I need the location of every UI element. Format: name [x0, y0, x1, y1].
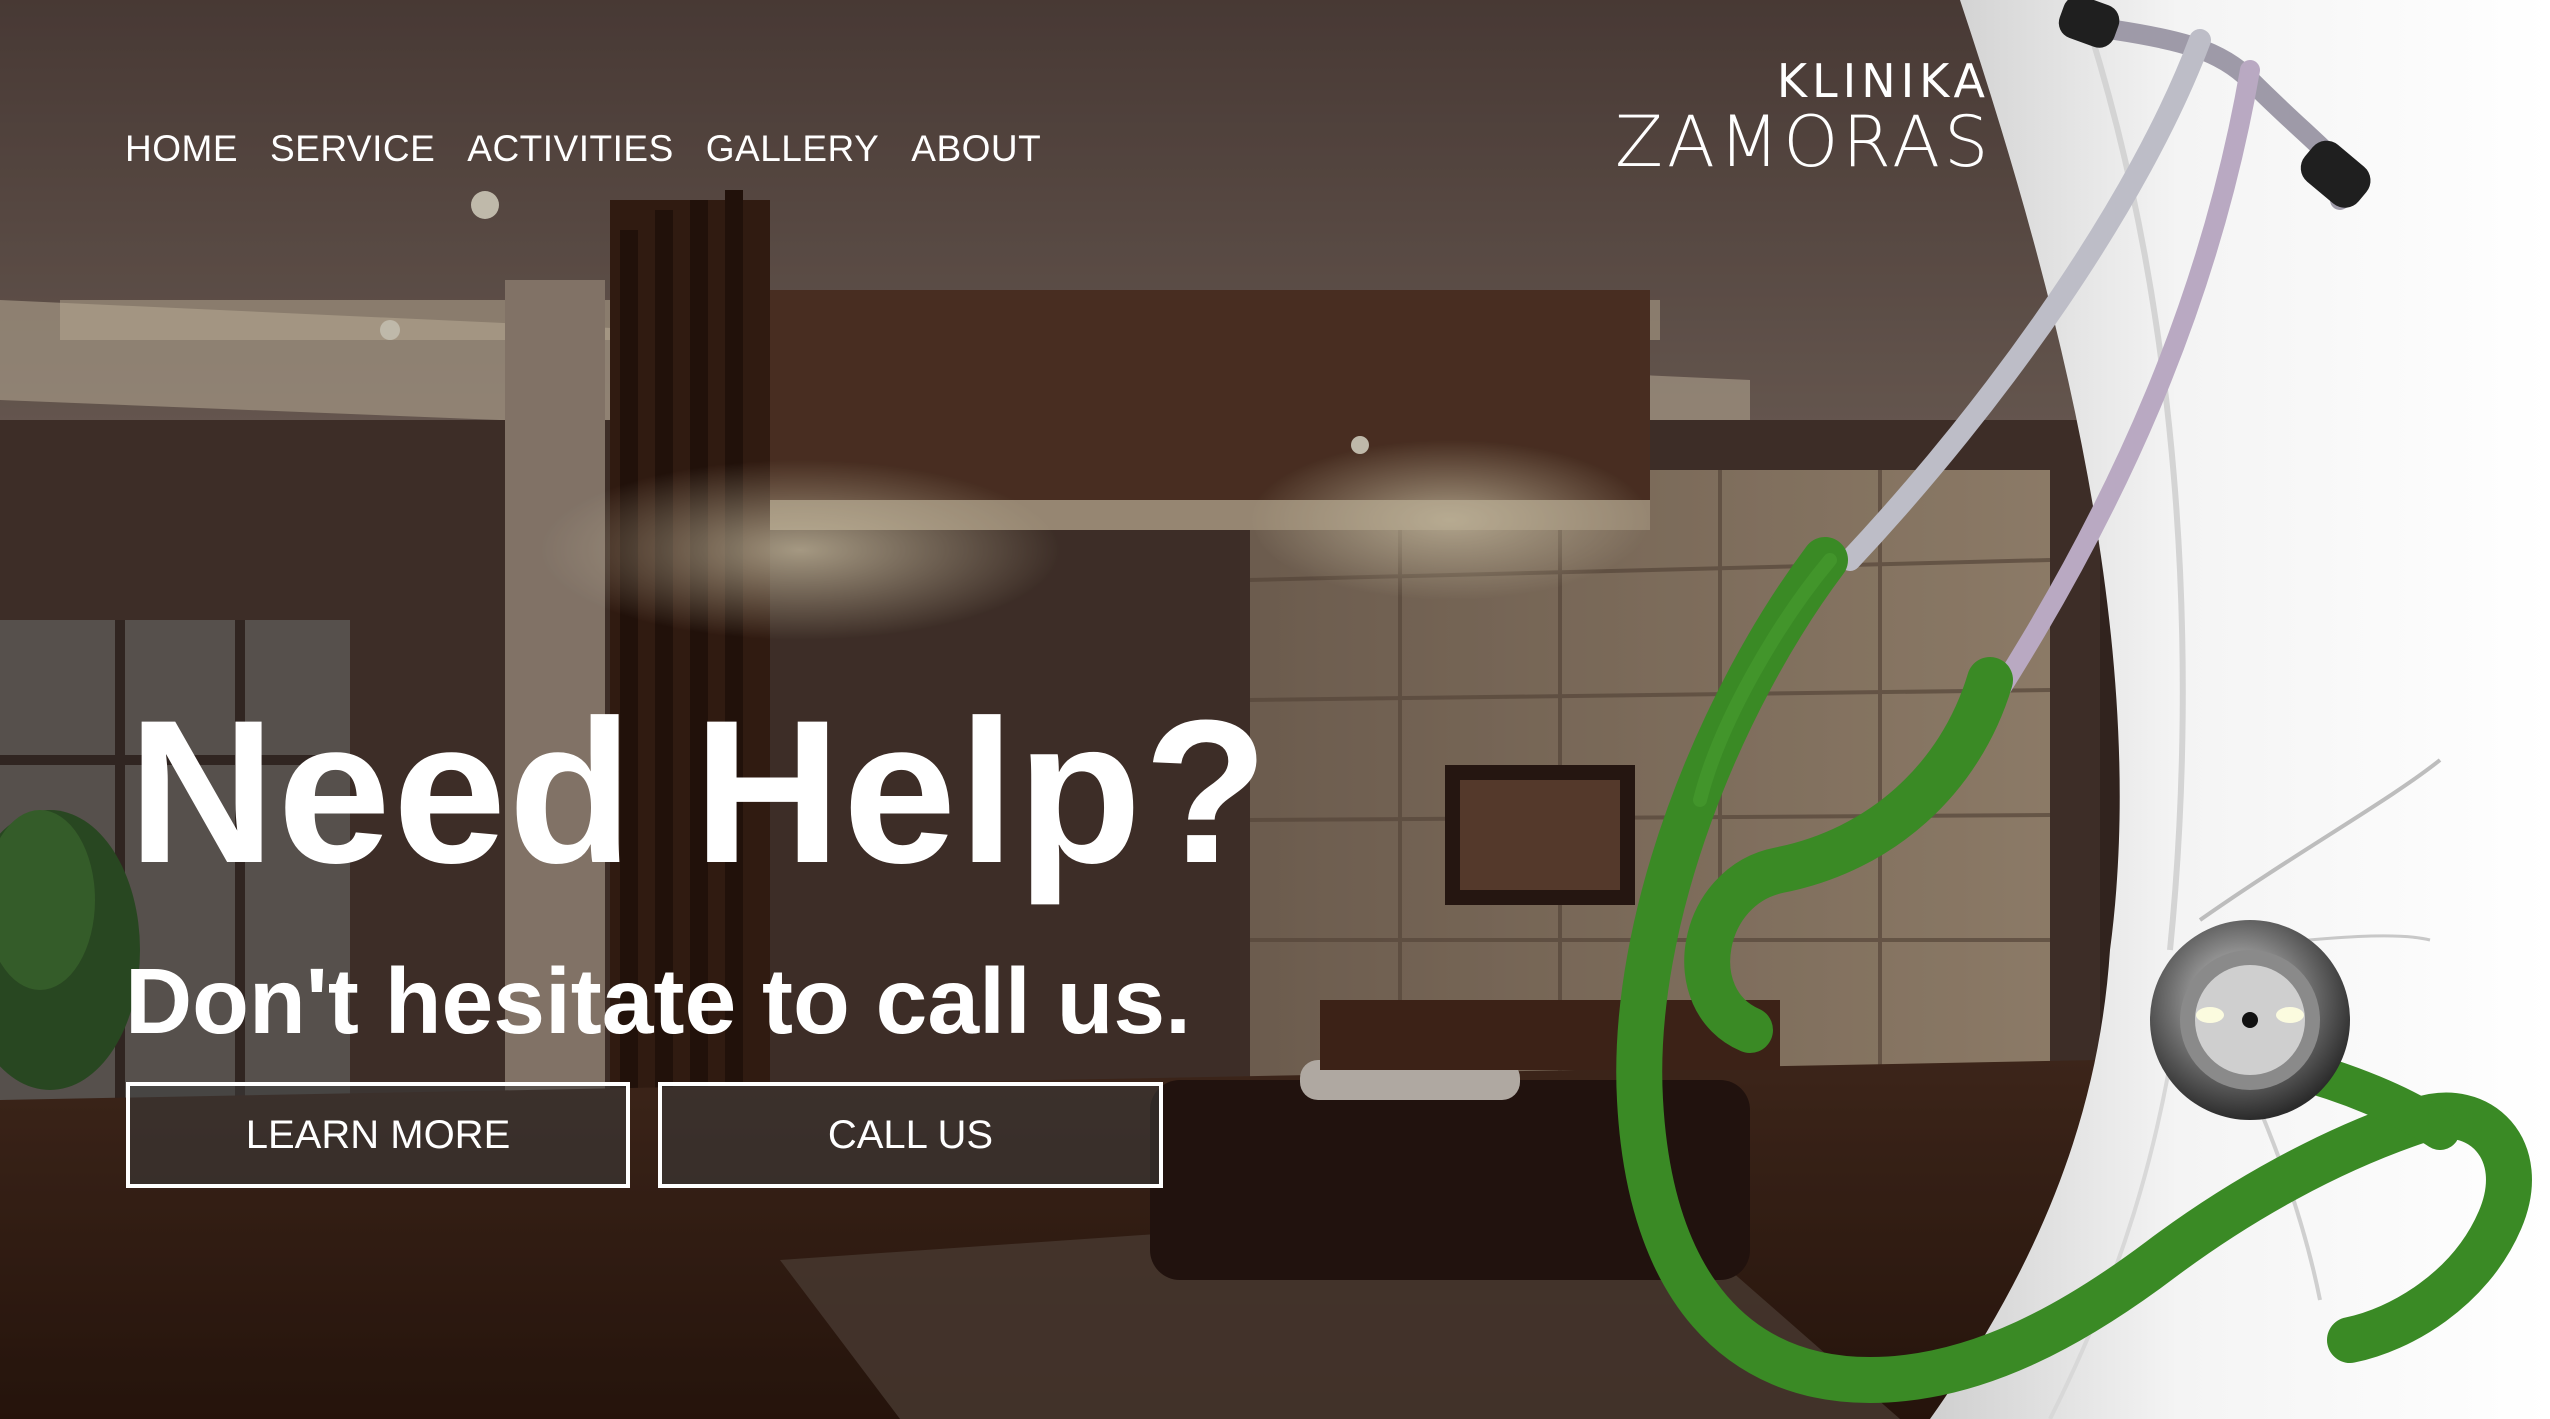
nav-item-home[interactable]: HOME	[125, 128, 238, 170]
call-us-button[interactable]: CALL US	[658, 1082, 1163, 1188]
logo-line-klinika: KLINIKA	[1776, 54, 1990, 108]
hero-subheadline: Don't hesitate to call us.	[125, 949, 1191, 1053]
logo-line-zamoras: ZAMORAS	[1615, 101, 1993, 183]
main-nav: HOME SERVICE ACTIVITIES GALLERY ABOUT	[125, 128, 1041, 170]
hero-section: HOME SERVICE ACTIVITIES GALLERY ABOUT KL…	[0, 0, 2550, 1419]
nav-item-activities[interactable]: ACTIVITIES	[467, 128, 673, 170]
nav-item-gallery[interactable]: GALLERY	[706, 128, 880, 170]
site-logo[interactable]: KLINIKA ZAMORAS	[1615, 58, 1990, 181]
nav-item-about[interactable]: ABOUT	[911, 128, 1041, 170]
nav-item-service[interactable]: SERVICE	[270, 128, 435, 170]
learn-more-button[interactable]: LEARN MORE	[126, 1082, 630, 1188]
hero-headline: Need Help?	[128, 678, 1271, 906]
